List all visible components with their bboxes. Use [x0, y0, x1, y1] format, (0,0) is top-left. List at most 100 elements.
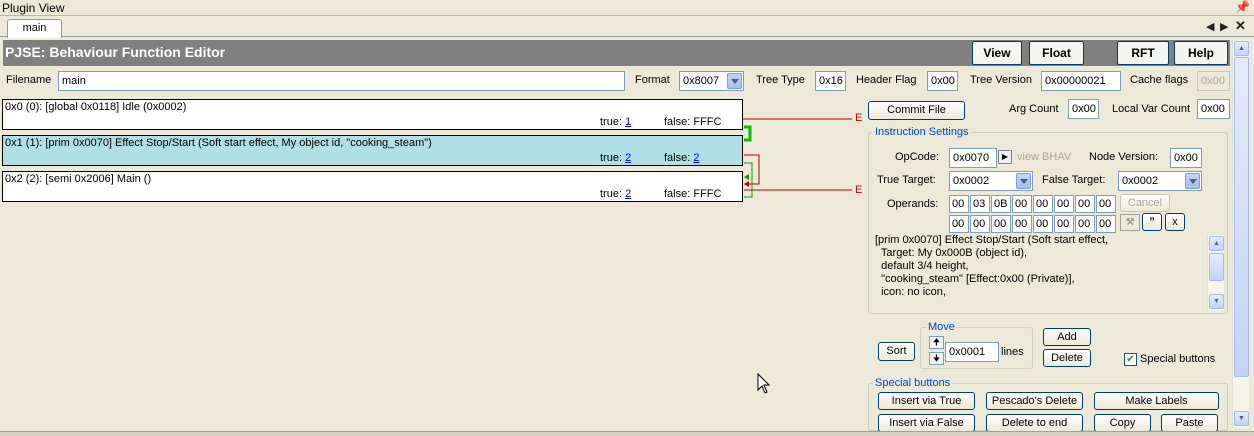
lines-label: lines — [1001, 346, 1024, 358]
scroll-down-icon[interactable]: ▼ — [1234, 411, 1249, 426]
filename-field[interactable]: main — [58, 71, 625, 91]
operands-label: Operands: — [887, 198, 939, 210]
scroll-up-icon[interactable]: ▲ — [1209, 236, 1224, 251]
operand-field[interactable]: 00 — [1012, 215, 1032, 233]
operand-field[interactable]: 0B — [991, 195, 1011, 213]
delete-button[interactable]: Delete — [1043, 349, 1091, 367]
false-target: false: FFFC — [664, 188, 721, 200]
tree-version-label: Tree Version — [970, 74, 1032, 86]
false-label: false: — [664, 116, 691, 128]
false-target: false: 2 — [664, 152, 699, 164]
operand-field[interactable]: 00 — [991, 215, 1011, 233]
view-bhav-link: view BHAV — [1017, 151, 1072, 163]
view-button[interactable]: View — [972, 41, 1022, 65]
move-lines-field[interactable]: 0x0001 — [945, 342, 999, 362]
instruction-row-selected[interactable]: 0x1 (1): [prim 0x0070] Effect Stop/Start… — [2, 135, 743, 166]
tab-main[interactable]: main — [7, 19, 62, 38]
make-labels-button[interactable]: Make Labels — [1094, 392, 1219, 410]
operand-field[interactable]: 00 — [1054, 195, 1074, 213]
true-target-value: 0x0002 — [953, 175, 990, 187]
tree-type-field[interactable]: 0x16 — [815, 71, 846, 91]
float-button[interactable]: Float — [1029, 41, 1084, 65]
local-var-count-field[interactable]: 0x00 — [1197, 99, 1230, 119]
plugin-view-titlebar: Plugin View — [0, 0, 1254, 16]
operand-field[interactable]: 00 — [1054, 215, 1074, 233]
paste-button[interactable]: Paste — [1161, 414, 1218, 432]
insert-via-true-button[interactable]: Insert via True — [878, 392, 975, 410]
arrow-down-icon[interactable]: 🠋 — [929, 352, 944, 365]
close-icon[interactable]: ✕ — [1235, 18, 1246, 34]
arg-count-field[interactable]: 0x00 — [1068, 99, 1099, 119]
true-target: true: 2 — [600, 188, 631, 200]
true-label: true: — [600, 152, 623, 164]
insert-via-false-button[interactable]: Insert via False — [878, 414, 975, 432]
operand-field[interactable]: 00 — [1075, 195, 1095, 213]
scroll-thumb[interactable] — [1234, 57, 1249, 377]
description-scrollbar[interactable]: ▲ ▼ — [1207, 235, 1224, 311]
pin-icon[interactable]: 📌 — [1235, 0, 1250, 14]
quote-button[interactable]: ” — [1142, 213, 1162, 231]
rft-button[interactable]: RFT — [1117, 41, 1169, 65]
instruction-description: [prim 0x0070] Effect Stop/Start (Soft st… — [875, 234, 1109, 298]
node-version-field[interactable]: 0x00 — [1170, 148, 1202, 168]
instruction-text: 0x0 (0): [global 0x0118] Idle (0x0002) — [5, 101, 187, 113]
instruction-text: 0x1 (1): [prim 0x0070] Effect Stop/Start… — [5, 137, 432, 149]
scroll-up-icon[interactable]: ▲ — [1234, 41, 1249, 56]
tab-scroll-left-icon[interactable]: ◀ — [1206, 20, 1214, 33]
special-buttons-checkbox-label: Special buttons — [1140, 353, 1216, 365]
false-value: FFFC — [693, 188, 722, 200]
operand-field[interactable]: 00 — [1012, 195, 1032, 213]
delete-to-end-button[interactable]: Delete to end — [986, 414, 1083, 432]
format-label: Format — [635, 74, 670, 86]
scroll-down-icon[interactable]: ▼ — [1209, 294, 1224, 309]
true-link[interactable]: 2 — [625, 188, 631, 200]
operand-field[interactable]: 00 — [970, 215, 990, 233]
window-title: Plugin View — [2, 1, 65, 15]
true-target: true: 2 — [600, 152, 631, 164]
chevron-down-icon[interactable] — [1016, 173, 1031, 189]
true-link[interactable]: 1 — [625, 116, 631, 128]
special-buttons-checkbox[interactable]: ✔ — [1124, 353, 1137, 366]
instruction-row[interactable]: 0x2 (2): [semi 0x2006] Main () true: 2 f… — [2, 171, 743, 202]
opcode-label: OpCode: — [895, 151, 940, 163]
format-select[interactable]: 0x8007 — [679, 71, 744, 91]
help-button[interactable]: Help — [1174, 41, 1228, 65]
chevron-down-icon[interactable] — [1185, 173, 1200, 189]
sort-button[interactable]: Sort — [878, 342, 915, 361]
operand-field[interactable]: 00 — [949, 195, 969, 213]
header-flag-field[interactable]: 0x00 — [927, 71, 958, 91]
node-version-label: Node Version: — [1089, 151, 1159, 163]
arrow-up-icon[interactable]: 🠉 — [929, 336, 944, 349]
copy-button[interactable]: Copy — [1094, 414, 1151, 432]
tab-scroll-right-icon[interactable]: ▶ — [1220, 20, 1228, 33]
true-target-select[interactable]: 0x0002 — [949, 171, 1033, 191]
tree-version-field[interactable]: 0x00000021 — [1041, 71, 1121, 91]
scroll-thumb[interactable] — [1209, 253, 1224, 281]
operands-row-1: 00 03 0B 00 00 00 00 00 — [949, 195, 1119, 213]
operand-field[interactable]: 03 — [970, 195, 990, 213]
commit-file-button[interactable]: Commit File — [868, 101, 965, 120]
arrow-head-icon — [744, 181, 749, 187]
wrench-icon[interactable]: ⚒ — [1120, 214, 1140, 231]
editor-title: PJSE: Behaviour Function Editor — [5, 44, 226, 60]
add-button[interactable]: Add — [1043, 328, 1091, 346]
operand-field[interactable]: 00 — [1033, 195, 1053, 213]
main-scrollbar[interactable]: ▲ ▼ — [1232, 40, 1249, 428]
true-link[interactable]: 2 — [625, 152, 631, 164]
pescados-delete-button[interactable]: Pescado's Delete — [986, 392, 1083, 410]
operand-field[interactable]: 00 — [1096, 195, 1116, 213]
false-link[interactable]: 2 — [693, 152, 699, 164]
filename-label: Filename — [6, 74, 52, 86]
flow-arrows — [743, 118, 852, 198]
operand-field[interactable]: 00 — [1096, 215, 1116, 233]
instruction-row[interactable]: 0x0 (0): [global 0x0118] Idle (0x0002) t… — [2, 99, 743, 130]
operand-field[interactable]: 00 — [949, 215, 969, 233]
play-icon[interactable]: ▶ — [998, 150, 1012, 164]
opcode-field[interactable]: 0x0070 — [949, 148, 997, 168]
operand-field[interactable]: 00 — [1033, 215, 1053, 233]
clear-button[interactable]: x — [1165, 213, 1185, 231]
false-target-select[interactable]: 0x0002 — [1118, 171, 1202, 191]
chevron-down-icon[interactable] — [727, 73, 742, 89]
tab-strip — [0, 17, 1254, 37]
operand-field[interactable]: 00 — [1075, 215, 1095, 233]
